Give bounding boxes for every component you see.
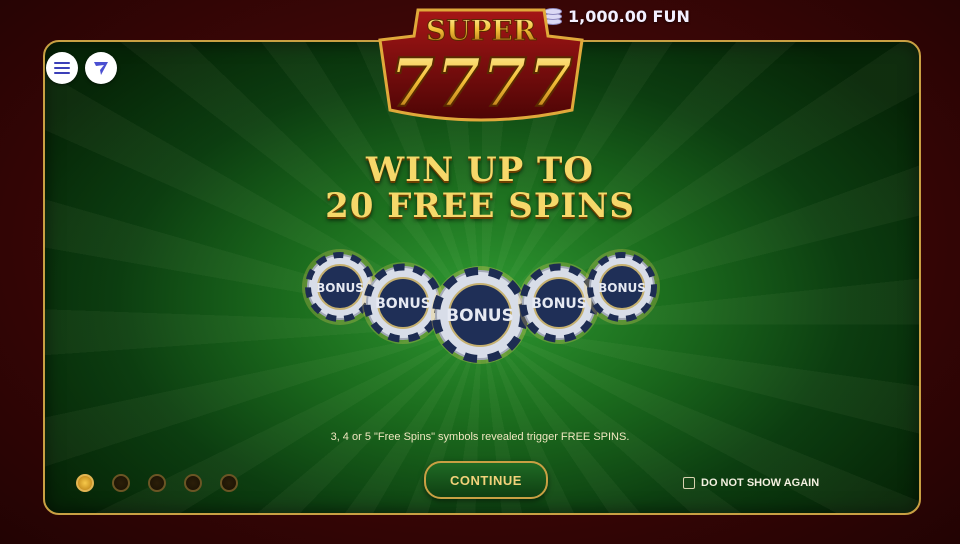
bonus-chips-group: BONUS BONUS BONUS BONUS BONUS <box>290 235 670 385</box>
headline-line-1: WIN UP TO <box>366 150 594 190</box>
chip-label: BONUS <box>598 281 646 295</box>
page-dot[interactable] <box>76 474 94 492</box>
logo-7777-text: 7777 <box>389 44 573 122</box>
provider-button[interactable] <box>85 52 117 84</box>
headline-line-2: 20 FREE SPINS <box>325 186 635 226</box>
game-logo: SUPER 7777 <box>370 6 592 128</box>
chip-label: BONUS <box>446 306 514 326</box>
chip-label: BONUS <box>531 296 587 312</box>
page-dot[interactable] <box>184 474 202 492</box>
continue-button[interactable]: CONTINUE <box>424 461 548 499</box>
do-not-show-checkbox[interactable] <box>683 477 695 489</box>
do-not-show-label: DO NOT SHOW AGAIN <box>701 477 820 489</box>
menu-button[interactable] <box>46 52 78 84</box>
bonus-chip-icon: BONUS <box>430 265 530 365</box>
do-not-show-again-toggle[interactable]: DO NOT SHOW AGAIN <box>683 477 819 489</box>
bonus-chip-icon: BONUS <box>582 247 662 327</box>
logo-super-text: SUPER <box>426 14 537 47</box>
page-dot[interactable] <box>148 474 166 492</box>
page-dot[interactable] <box>220 474 238 492</box>
chip-label: BONUS <box>375 296 431 312</box>
headline: WIN UP TO 20 FREE SPINS <box>0 152 960 224</box>
hamburger-menu-icon <box>54 59 70 77</box>
free-spins-rule-text: 3, 4 or 5 "Free Spins" symbols revealed … <box>330 431 630 443</box>
page-dot[interactable] <box>112 474 130 492</box>
provider-logo-icon <box>94 62 108 75</box>
chip-label: BONUS <box>316 281 364 295</box>
page-indicator <box>76 474 238 492</box>
